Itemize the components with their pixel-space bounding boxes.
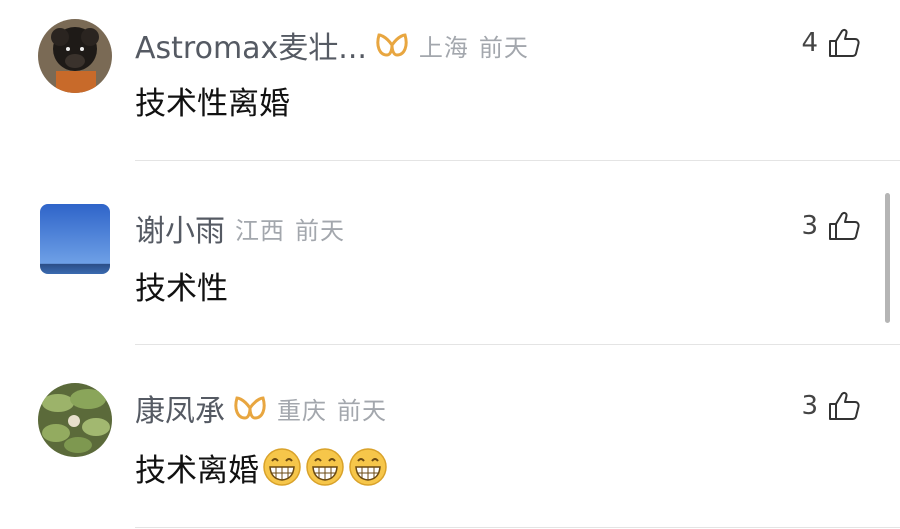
user-avatar[interactable]	[38, 19, 112, 93]
comment-header: Astromax麦壮... 上海 前天	[135, 23, 529, 67]
sky-photo-avatar-icon	[40, 204, 110, 274]
like-count: 3	[801, 391, 818, 421]
grinning-emoji-icon	[349, 448, 387, 486]
comment-header: 谢小雨 江西 前天	[135, 206, 345, 250]
comment-item: 谢小雨 江西 前天 技术性 3	[0, 161, 900, 345]
time-label: 前天	[337, 396, 387, 425]
scrollbar[interactable]	[885, 193, 890, 323]
like-button[interactable]: 3	[801, 211, 860, 241]
username[interactable]: Astromax麦壮...	[135, 23, 367, 67]
thumbs-up-icon	[829, 211, 860, 240]
vip-badge-icon	[376, 33, 408, 57]
dog-photo-avatar-icon	[38, 19, 112, 93]
location-label: 重庆	[277, 396, 327, 425]
grinning-emoji-icon	[306, 448, 344, 486]
vip-badge-icon	[234, 396, 266, 420]
comment-text: 技术性	[135, 270, 228, 307]
comment-text: 技术离婚	[135, 452, 259, 489]
thumbs-up-icon	[829, 391, 860, 420]
like-button[interactable]: 3	[801, 391, 860, 421]
time-label: 前天	[478, 33, 529, 62]
divider	[135, 527, 900, 528]
comment-text: 技术性离婚	[135, 85, 290, 122]
location-label: 江西	[235, 216, 285, 245]
user-avatar[interactable]	[38, 383, 112, 457]
location-label: 上海	[418, 33, 469, 62]
username[interactable]: 康凤承	[135, 386, 225, 430]
time-label: 前天	[295, 216, 345, 245]
like-count: 4	[801, 28, 818, 58]
username[interactable]: 谢小雨	[135, 206, 225, 250]
comment-text-row: 技术离婚	[135, 445, 388, 489]
like-count: 3	[801, 211, 818, 241]
comment-item: Astromax麦壮... 上海 前天 技术性离婚 4	[0, 0, 900, 161]
comment-header: 康凤承 重庆 前天	[135, 386, 387, 430]
lotus-photo-avatar-icon	[38, 383, 112, 457]
comment-item: 康凤承 重庆 前天 技术离婚 3	[0, 345, 900, 529]
user-avatar[interactable]	[40, 204, 110, 274]
grinning-emoji-icon	[263, 448, 301, 486]
like-button[interactable]: 4	[801, 28, 860, 58]
thumbs-up-icon	[829, 28, 860, 57]
